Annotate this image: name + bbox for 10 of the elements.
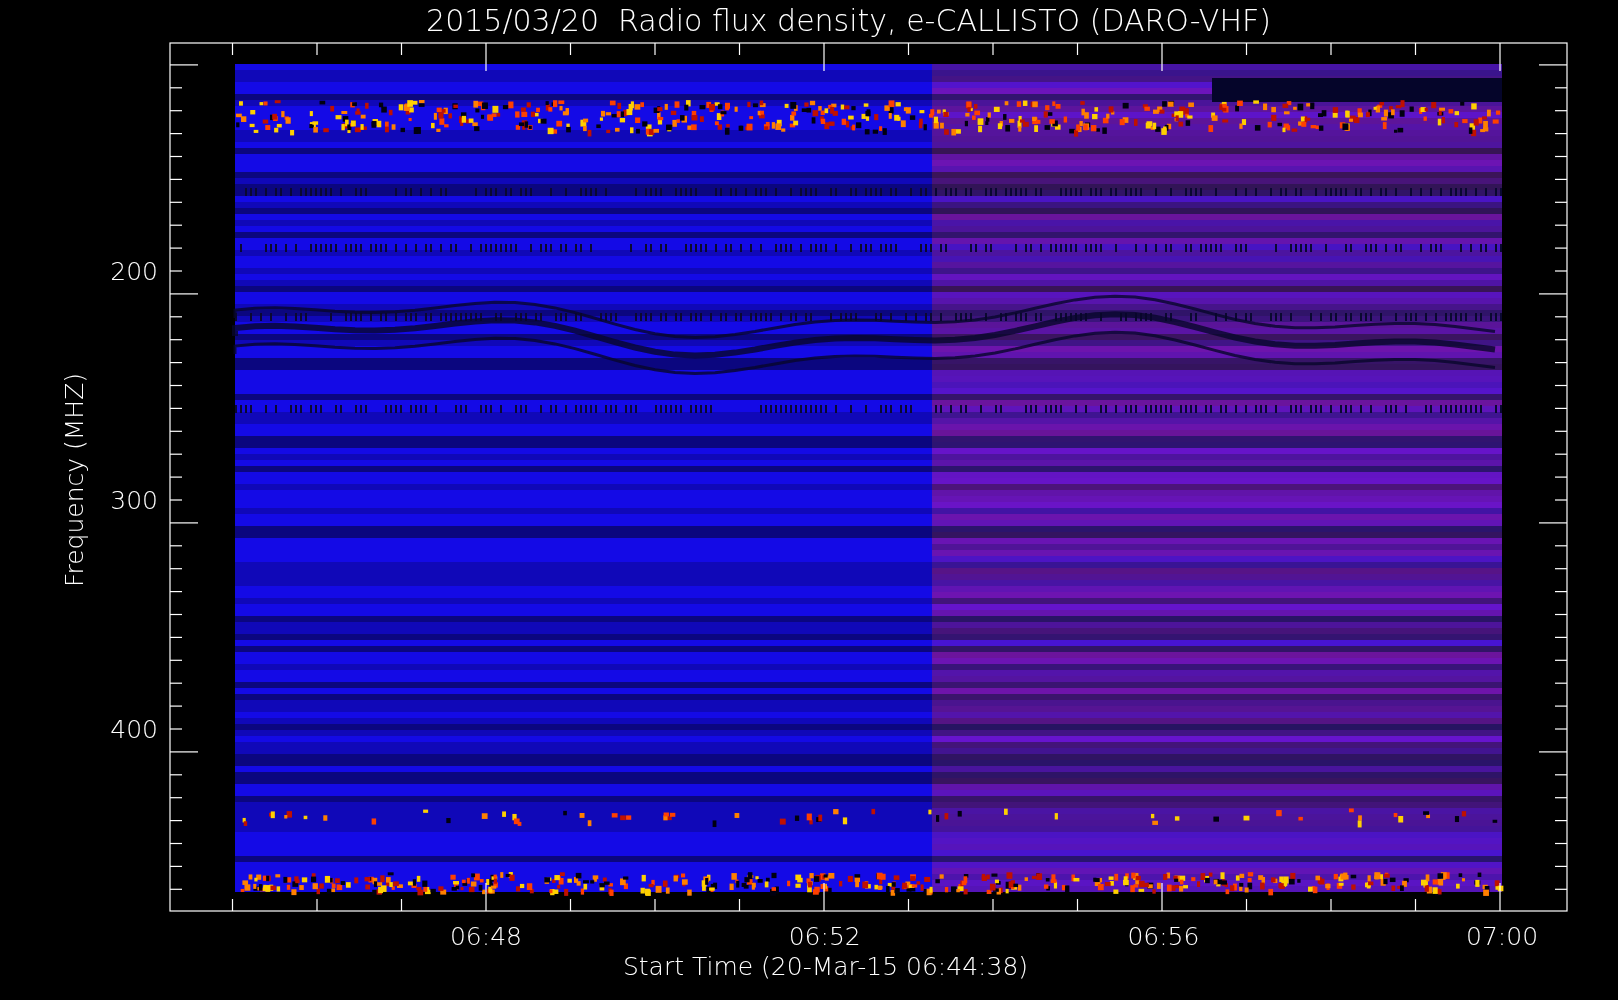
x-tick-label: 06:48 xyxy=(450,922,522,951)
y-tick-label: 400 xyxy=(110,715,158,744)
chart-title: 2015/03/20 Radio flux density, e-CALLISTO (DARO-VHF) xyxy=(426,3,1271,38)
y-axis-label: Frequency (MHZ) xyxy=(60,372,89,588)
x-axis-label: Start Time (20-Mar-15 06:44:38) xyxy=(622,952,1029,981)
x-tick-label: 06:52 xyxy=(788,922,861,951)
y-tick-label: 300 xyxy=(110,486,158,515)
x-tick-label: 07:00 xyxy=(1466,922,1539,951)
y-tick-label: 200 xyxy=(110,257,158,286)
x-tick-label: 06:56 xyxy=(1127,922,1200,951)
